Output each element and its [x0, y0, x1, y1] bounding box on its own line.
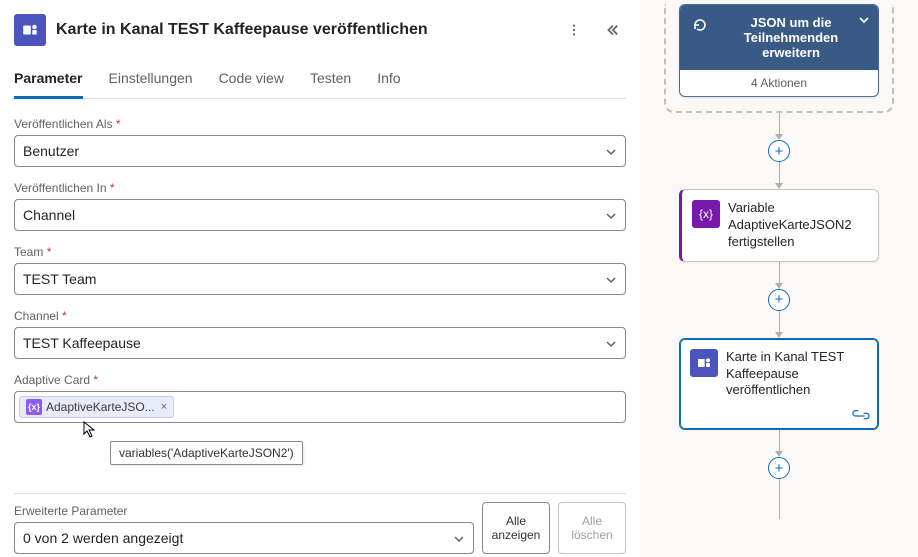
- chevron-down-icon: [453, 532, 465, 544]
- publish-in-select[interactable]: Channel: [14, 199, 626, 231]
- publish-as-label: Veröffentlichen Als *: [14, 117, 626, 131]
- clear-all-button: Alle löschen: [558, 502, 626, 554]
- chevron-down-icon: [605, 273, 617, 285]
- adaptive-card-input[interactable]: {x} AdaptiveKarteJSO... ×: [14, 391, 626, 423]
- variable-step-card[interactable]: {x} Variable AdaptiveKarteJSON2 fertigst…: [679, 189, 879, 262]
- action-config-panel: Karte in Kanal TEST Kaffeepause veröffen…: [0, 0, 640, 557]
- chevron-down-icon[interactable]: [858, 13, 870, 31]
- channel-select[interactable]: TEST Kaffeepause: [14, 327, 626, 359]
- tab-test[interactable]: Testen: [310, 70, 351, 98]
- channel-value: TEST Kaffeepause: [23, 335, 141, 351]
- json-scope-container: JSON um die Teilnehmenden erweitern 4 Ak…: [664, 4, 894, 113]
- team-select[interactable]: TEST Team: [14, 263, 626, 295]
- publish-in-value: Channel: [23, 207, 75, 223]
- panel-header: Karte in Kanal TEST Kaffeepause veröffen…: [14, 14, 626, 46]
- publish-as-select[interactable]: Benutzer: [14, 135, 626, 167]
- add-step-button[interactable]: +: [768, 457, 790, 479]
- link-icon: [852, 409, 870, 423]
- json-step-title: JSON um die Teilnehmenden erweitern: [716, 15, 866, 60]
- loop-icon: [692, 17, 708, 33]
- panel-title: Karte in Kanal TEST Kaffeepause veröffen…: [56, 21, 550, 39]
- flow-canvas[interactable]: JSON um die Teilnehmenden erweitern 4 Ak…: [640, 0, 918, 557]
- teams-icon: [690, 349, 718, 377]
- tab-bar: Parameter Einstellungen Code view Testen…: [14, 70, 626, 99]
- tab-settings[interactable]: Einstellungen: [109, 70, 193, 98]
- chevron-down-icon: [605, 209, 617, 221]
- expression-tooltip: variables('AdaptiveKarteJSON2'): [110, 441, 303, 465]
- token-label: AdaptiveKarteJSO...: [46, 400, 155, 414]
- adaptive-card-label: Adaptive Card *: [14, 373, 626, 387]
- channel-label: Channel *: [14, 309, 626, 323]
- extended-params-row: Erweiterte Parameter 0 von 2 werden ange…: [14, 502, 626, 554]
- tab-info[interactable]: Info: [377, 70, 400, 98]
- variable-icon: {x}: [692, 200, 720, 228]
- teams-icon: [14, 14, 46, 46]
- post-card-text: Karte in Kanal TEST Kaffeepause veröffen…: [726, 349, 868, 400]
- variable-token[interactable]: {x} AdaptiveKarteJSO... ×: [19, 396, 174, 418]
- divider: [14, 493, 626, 494]
- team-value: TEST Team: [23, 271, 96, 287]
- chevron-down-icon: [605, 337, 617, 349]
- variable-step-text: Variable AdaptiveKarteJSON2 fertigstelle…: [728, 200, 868, 251]
- variable-icon: {x}: [26, 399, 42, 415]
- token-remove-icon[interactable]: ×: [161, 401, 167, 413]
- json-step-card[interactable]: JSON um die Teilnehmenden erweitern 4 Ak…: [679, 4, 879, 97]
- show-all-button[interactable]: Alle anzeigen: [482, 502, 550, 554]
- extended-label: Erweiterte Parameter: [14, 504, 474, 518]
- json-step-actions: 4 Aktionen: [680, 70, 878, 96]
- extended-select[interactable]: 0 von 2 werden angezeigt: [14, 522, 474, 554]
- team-label: Team *: [14, 245, 626, 259]
- publish-in-label: Veröffentlichen In *: [14, 181, 626, 195]
- post-card-step[interactable]: Karte in Kanal TEST Kaffeepause veröffen…: [679, 338, 879, 431]
- collapse-button[interactable]: [598, 16, 626, 44]
- tab-parameter[interactable]: Parameter: [14, 70, 83, 99]
- publish-as-value: Benutzer: [23, 143, 79, 159]
- chevron-down-icon: [605, 145, 617, 157]
- more-button[interactable]: [560, 16, 588, 44]
- add-step-button[interactable]: +: [768, 289, 790, 311]
- extended-value: 0 von 2 werden angezeigt: [23, 530, 183, 546]
- tab-codeview[interactable]: Code view: [219, 70, 284, 98]
- add-step-button[interactable]: +: [768, 140, 790, 162]
